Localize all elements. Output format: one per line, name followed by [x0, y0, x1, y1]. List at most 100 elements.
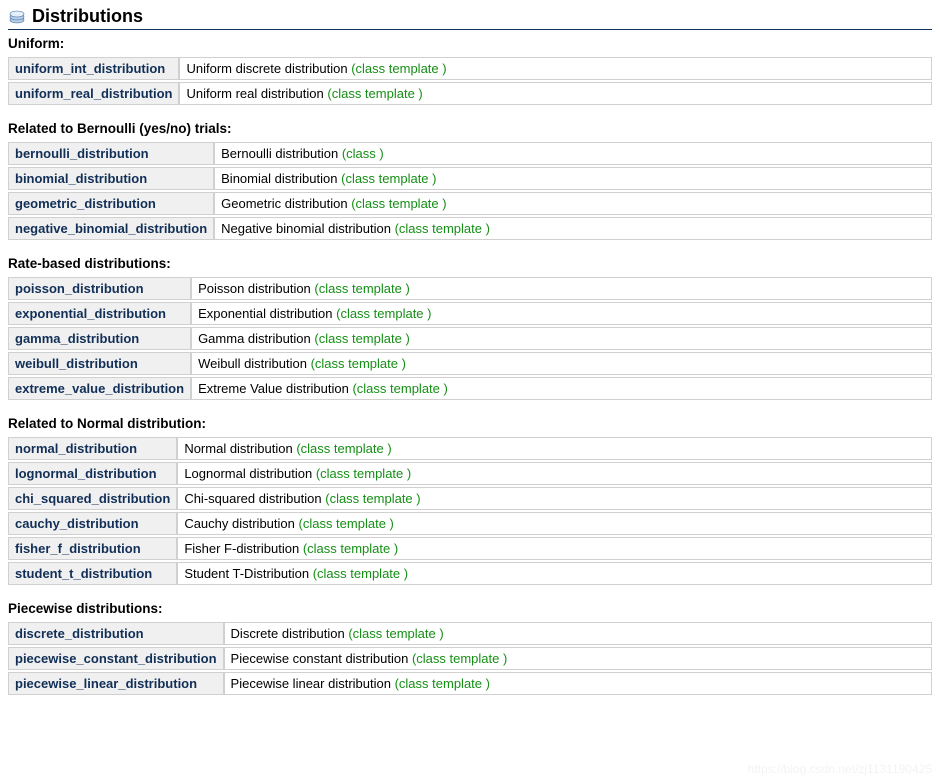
table-row: discrete_distributionDiscrete distributi… [8, 622, 932, 645]
description-cell: Negative binomial distribution (class te… [214, 217, 932, 240]
distribution-link[interactable]: lognormal_distribution [15, 466, 157, 481]
description-text: Chi-squared distribution [184, 491, 321, 506]
description-text: Bernoulli distribution [221, 146, 338, 161]
type-info: (class template ) [352, 381, 447, 396]
description-text: Normal distribution [184, 441, 292, 456]
description-text: Piecewise linear distribution [231, 676, 391, 691]
distribution-table: poisson_distributionPoisson distribution… [8, 275, 932, 402]
distribution-link[interactable]: uniform_int_distribution [15, 61, 165, 76]
distribution-link[interactable]: exponential_distribution [15, 306, 166, 321]
table-row: extreme_value_distribution Extreme Value … [8, 377, 932, 400]
distribution-link[interactable]: extreme_value_distribution [15, 381, 184, 396]
type-info: (class template ) [327, 86, 422, 101]
section-heading: Uniform: [8, 36, 932, 51]
type-info: (class template ) [395, 221, 490, 236]
table-row: geometric_distribution Geometric distribu… [8, 192, 932, 215]
name-cell: geometric_distribution [8, 192, 214, 215]
table-row: gamma_distribution Gamma distribution (cl… [8, 327, 932, 350]
table-row: uniform_int_distributionUniform discrete… [8, 57, 932, 80]
table-row: cauchy_distributionCauchy distribution (… [8, 512, 932, 535]
table-row: negative_binomial_distribution Negative b… [8, 217, 932, 240]
distribution-link[interactable]: cauchy_distribution [15, 516, 139, 531]
type-info: (class template ) [296, 441, 391, 456]
type-info: (class template ) [351, 61, 446, 76]
type-info: (class template ) [311, 356, 406, 371]
name-cell: uniform_int_distribution [8, 57, 179, 80]
description-cell: Student T-Distribution (class template ) [177, 562, 932, 585]
table-row: weibull_distribution Weibull distribution… [8, 352, 932, 375]
description-text: Extreme Value distribution [198, 381, 349, 396]
description-cell: Piecewise constant distribution (class t… [224, 647, 932, 670]
type-info: (class template ) [314, 281, 409, 296]
name-cell: binomial_distribution [8, 167, 214, 190]
distribution-table: discrete_distributionDiscrete distributi… [8, 620, 932, 697]
type-info: (class template ) [348, 626, 443, 641]
type-info: (class template ) [395, 676, 490, 691]
name-cell: gamma_distribution [8, 327, 191, 350]
description-cell: Uniform real distribution (class templat… [179, 82, 932, 105]
table-row: exponential_distribution Exponential dist… [8, 302, 932, 325]
section-heading: Rate-based distributions: [8, 256, 932, 271]
distribution-link[interactable]: fisher_f_distribution [15, 541, 141, 556]
type-info: (class template ) [351, 196, 446, 211]
name-cell: normal_distribution [8, 437, 177, 460]
description-text: Uniform real distribution [186, 86, 323, 101]
description-cell: Geometric distribution (class template ) [214, 192, 932, 215]
description-cell: Gamma distribution (class template ) [191, 327, 932, 350]
distribution-link[interactable]: negative_binomial_distribution [15, 221, 207, 236]
table-row: piecewise_linear_distribution Piecewise l… [8, 672, 932, 695]
name-cell: uniform_real_distribution [8, 82, 179, 105]
table-row: binomial_distribution Binomial distributi… [8, 167, 932, 190]
distribution-link[interactable]: chi_squared_distribution [15, 491, 170, 506]
distribution-link[interactable]: binomial_distribution [15, 171, 147, 186]
distribution-link[interactable]: discrete_distribution [15, 626, 144, 641]
table-row: bernoulli_distribution Bernoulli distribu… [8, 142, 932, 165]
distribution-link[interactable]: geometric_distribution [15, 196, 156, 211]
distribution-link[interactable]: piecewise_linear_distribution [15, 676, 197, 691]
description-text: Weibull distribution [198, 356, 307, 371]
distribution-table: bernoulli_distribution Bernoulli distribu… [8, 140, 932, 242]
description-text: Gamma distribution [198, 331, 311, 346]
distribution-link[interactable]: poisson_distribution [15, 281, 144, 296]
distribution-link[interactable]: normal_distribution [15, 441, 137, 456]
distribution-link[interactable]: bernoulli_distribution [15, 146, 149, 161]
name-cell: lognormal_distribution [8, 462, 177, 485]
description-cell: Exponential distribution (class template… [191, 302, 932, 325]
name-cell: extreme_value_distribution [8, 377, 191, 400]
name-cell: discrete_distribution [8, 622, 224, 645]
description-cell: Bernoulli distribution (class ) [214, 142, 932, 165]
distribution-link[interactable]: piecewise_constant_distribution [15, 651, 217, 666]
description-text: Student T-Distribution [184, 566, 309, 581]
description-text: Geometric distribution [221, 196, 347, 211]
description-text: Piecewise constant distribution [231, 651, 409, 666]
distribution-link[interactable]: weibull_distribution [15, 356, 138, 371]
description-cell: Normal distribution (class template ) [177, 437, 932, 460]
type-info: (class template ) [341, 171, 436, 186]
section-heading: Related to Normal distribution: [8, 416, 932, 431]
description-cell: Lognormal distribution (class template ) [177, 462, 932, 485]
table-row: poisson_distributionPoisson distribution… [8, 277, 932, 300]
name-cell: student_t_distribution [8, 562, 177, 585]
table-row: normal_distribution Normal distribution (… [8, 437, 932, 460]
distribution-link[interactable]: gamma_distribution [15, 331, 139, 346]
distribution-link[interactable]: uniform_real_distribution [15, 86, 172, 101]
name-cell: poisson_distribution [8, 277, 191, 300]
description-text: Binomial distribution [221, 171, 337, 186]
name-cell: chi_squared_distribution [8, 487, 177, 510]
type-info: (class template ) [313, 566, 408, 581]
type-info: (class ) [342, 146, 384, 161]
distribution-link[interactable]: student_t_distribution [15, 566, 152, 581]
name-cell: fisher_f_distribution [8, 537, 177, 560]
name-cell: cauchy_distribution [8, 512, 177, 535]
description-cell: Extreme Value distribution (class templa… [191, 377, 932, 400]
name-cell: exponential_distribution [8, 302, 191, 325]
name-cell: weibull_distribution [8, 352, 191, 375]
distribution-table: normal_distribution Normal distribution (… [8, 435, 932, 587]
description-cell: Chi-squared distribution (class template… [177, 487, 932, 510]
type-info: (class template ) [316, 466, 411, 481]
description-cell: Fisher F-distribution (class template ) [177, 537, 932, 560]
type-info: (class template ) [412, 651, 507, 666]
section-heading: Related to Bernoulli (yes/no) trials: [8, 121, 932, 136]
type-info: (class template ) [303, 541, 398, 556]
type-info: (class template ) [299, 516, 394, 531]
